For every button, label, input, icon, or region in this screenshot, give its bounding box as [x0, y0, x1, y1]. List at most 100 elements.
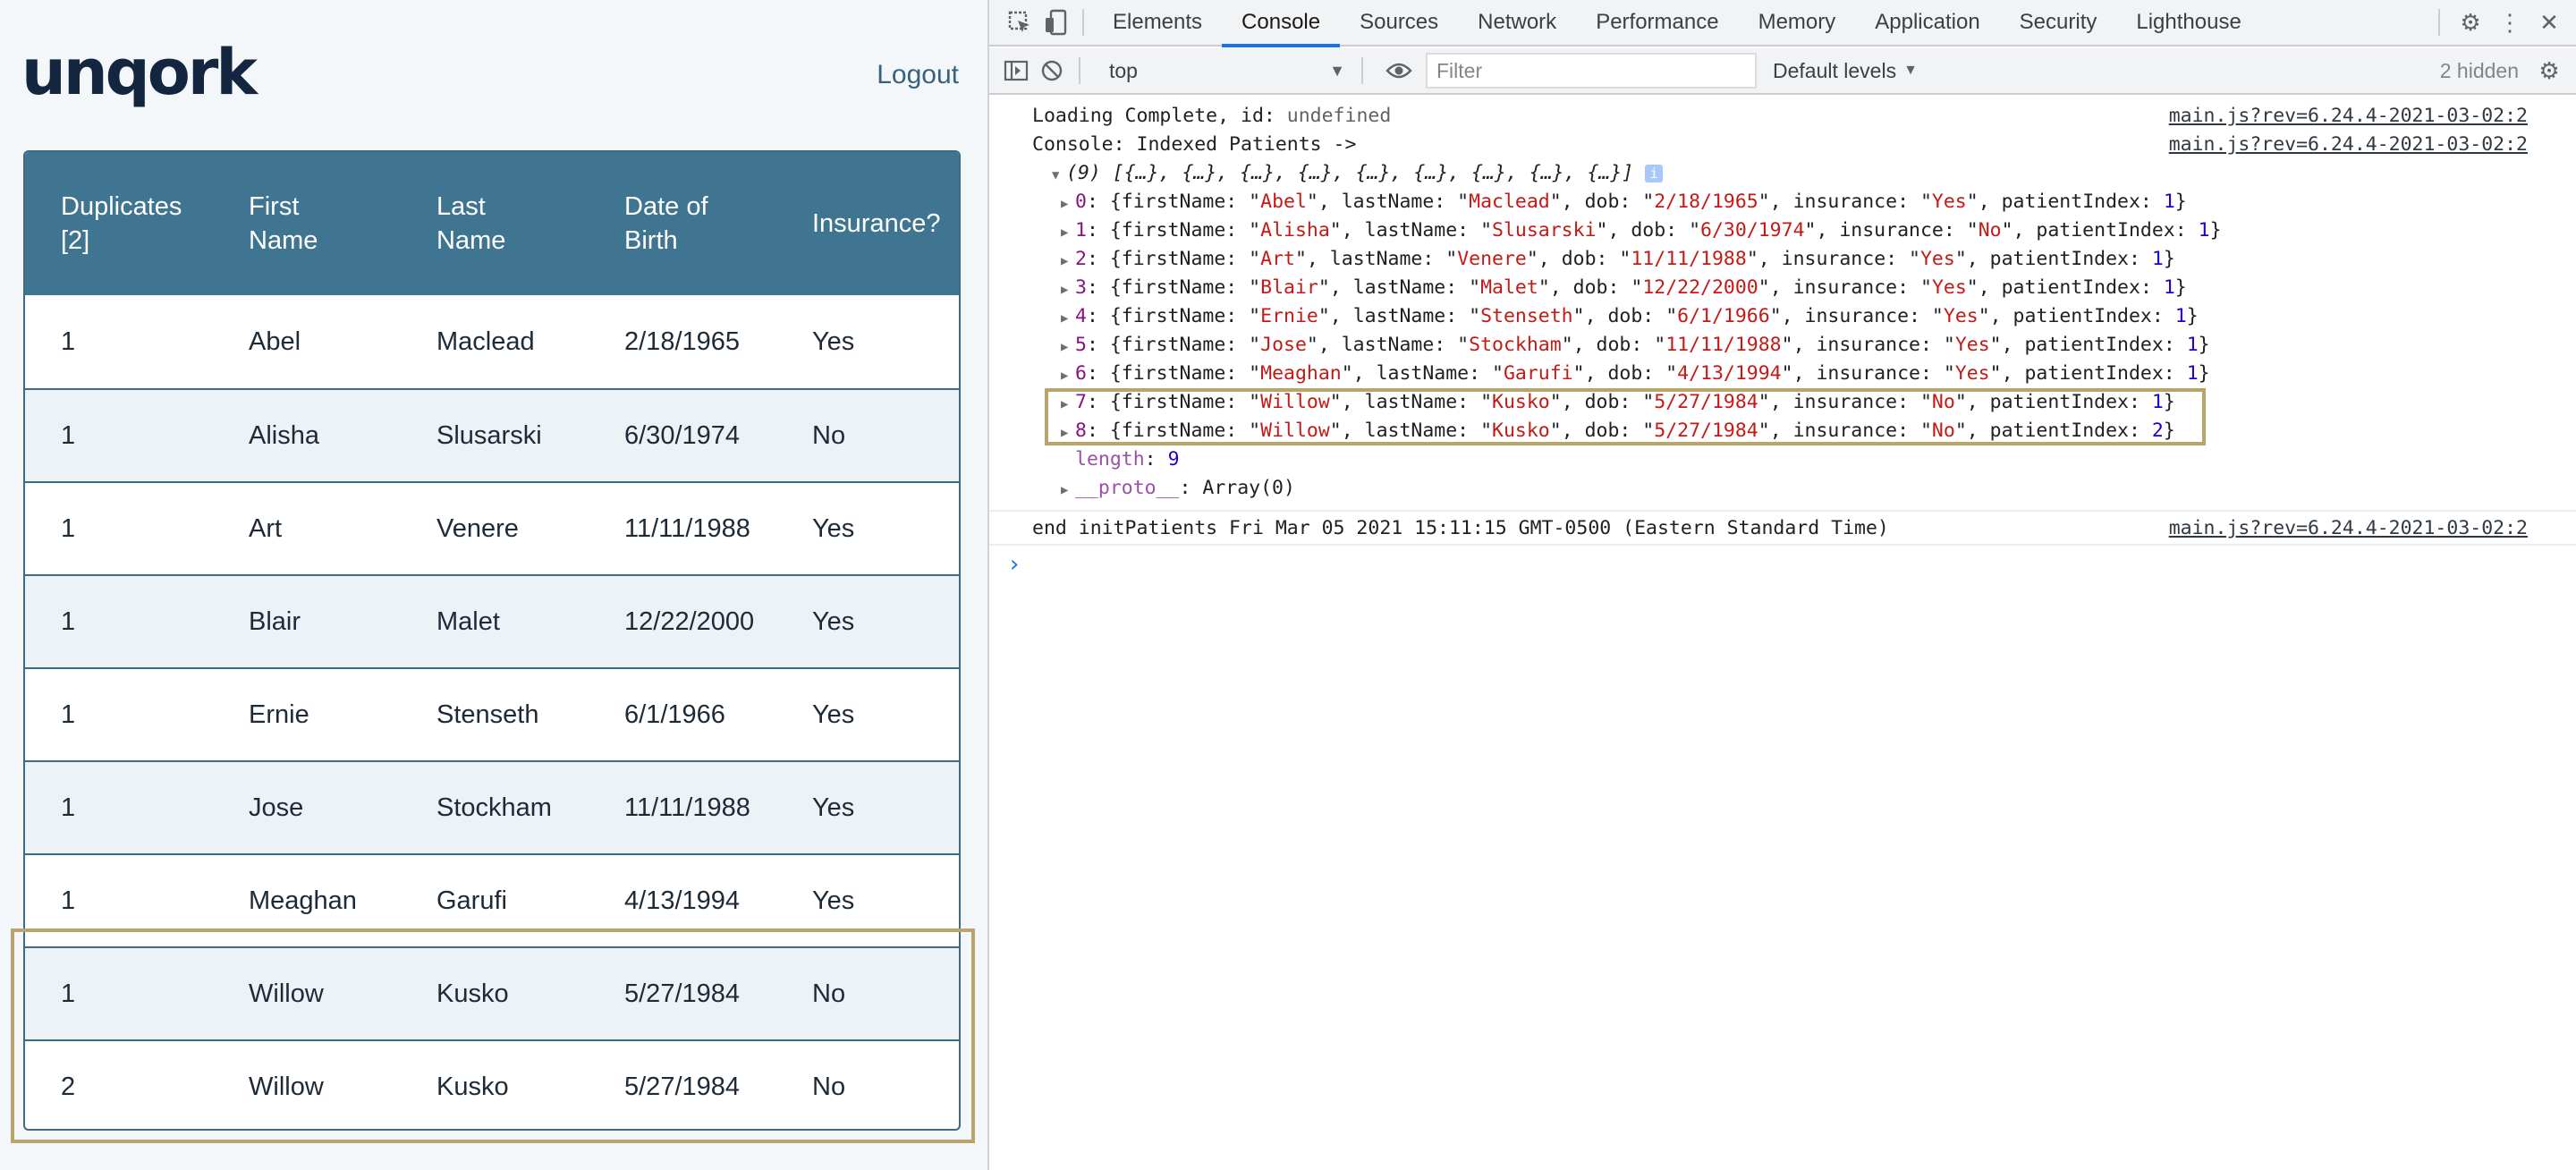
- log-levels-dropdown[interactable]: Default levels ▼: [1773, 59, 1918, 83]
- insurance-value: Yes: [1943, 305, 1979, 327]
- patient-entry[interactable]: ▶ 7: {firstName: "Willow", lastName: "Kus…: [989, 388, 2576, 417]
- patient-entry[interactable]: ▶ 1: {firstName: "Alisha", lastName: "Slu…: [989, 216, 2576, 245]
- cell-date-of-birth: 11/11/1988: [624, 513, 750, 543]
- cell-first-name: Art: [249, 513, 283, 543]
- patient-entry[interactable]: ▶ 8: {firstName: "Willow", lastName: "Kus…: [989, 417, 2576, 445]
- header-text: Date of: [624, 192, 708, 221]
- cell-last-name: Garufi: [436, 886, 507, 915]
- entry-index: 6: [1075, 362, 1087, 385]
- last-name-value: Malet: [1480, 276, 1538, 299]
- patient-entry[interactable]: ▶ 5: {firstName: "Jose", lastName: "Stock…: [989, 331, 2576, 360]
- cell-insurance: Yes: [812, 326, 855, 356]
- header-text: Name: [249, 226, 318, 255]
- close-icon[interactable]: ✕: [2531, 4, 2567, 40]
- source-link[interactable]: main.js?rev=6.24.4-2021-03-02:2: [2169, 512, 2528, 546]
- cell-date-of-birth: 11/11/1988: [624, 793, 750, 822]
- header-duplicates: Duplicates [2]: [25, 190, 213, 258]
- log-text: end initPatients Fri Mar 05 2021 15:11:1…: [1032, 517, 1889, 539]
- cell-insurance: No: [812, 1072, 846, 1101]
- cell-insurance: No: [812, 420, 846, 450]
- more-options-icon[interactable]: ⋮: [2492, 4, 2528, 40]
- insurance-value: No: [1931, 391, 1955, 413]
- filter-input[interactable]: [1426, 53, 1757, 89]
- chevron-down-icon: ▼: [1903, 63, 1918, 78]
- header-text: Insurance?: [812, 209, 941, 238]
- cell-last-name: Venere: [436, 513, 519, 543]
- patient-entry[interactable]: ▶ 6: {firstName: "Meaghan", lastName: "Ga…: [989, 360, 2576, 388]
- entry-index: 4: [1075, 305, 1087, 327]
- collapsed-triangle-icon: ▶: [1061, 340, 1069, 354]
- patient-entry[interactable]: ▶ 4: {firstName: "Ernie", lastName: "Sten…: [989, 302, 2576, 331]
- tab-security[interactable]: Security: [2000, 0, 2117, 46]
- cell-duplicates: 2: [61, 1072, 76, 1101]
- cell-duplicates: 1: [61, 513, 76, 543]
- cell-date-of-birth: 12/22/2000: [624, 606, 755, 636]
- first-name-value: Willow: [1260, 391, 1330, 413]
- insurance-value: Yes: [1931, 276, 1967, 299]
- tab-sources[interactable]: Sources: [1340, 0, 1458, 46]
- cell-last-name: Stockham: [436, 793, 552, 822]
- first-name-value: Abel: [1260, 191, 1307, 213]
- eye-icon[interactable]: [1381, 53, 1417, 89]
- dob-value: 2/18/1965: [1654, 191, 1758, 213]
- log-text: Loading Complete, id:: [1032, 105, 1287, 127]
- log-value: undefined: [1286, 105, 1392, 127]
- patients-table: Duplicates [2] First Name Last Name Date of Bir…: [23, 150, 961, 1131]
- collapsed-triangle-icon: ▶: [1061, 254, 1069, 268]
- toolbar-divider: [1361, 57, 1363, 84]
- inspect-element-icon[interactable]: [1002, 4, 1038, 40]
- patient-index-value: 1: [2186, 362, 2199, 385]
- patient-entry[interactable]: ▶ 2: {firstName: "Art", lastName: "Venere…: [989, 245, 2576, 274]
- source-link[interactable]: main.js?rev=6.24.4-2021-03-02:2: [2169, 102, 2528, 131]
- cell-duplicates: 1: [61, 420, 76, 450]
- sidebar-toggle-icon[interactable]: [998, 53, 1034, 89]
- cell-last-name: Stenseth: [436, 699, 539, 729]
- last-name-value: Stockham: [1469, 334, 1562, 356]
- console-settings-icon[interactable]: ⚙: [2531, 53, 2567, 89]
- tab-performance[interactable]: Performance: [1576, 0, 1738, 46]
- dob-value: 5/27/1984: [1654, 391, 1758, 413]
- last-name-value: Stenseth: [1480, 305, 1573, 327]
- cell-insurance: Yes: [812, 699, 855, 729]
- console-prompt[interactable]: ›: [989, 544, 2576, 581]
- table-row: 2 Willow Kusko 5/27/1984 No: [25, 1039, 959, 1129]
- console-toolbar: top ▼ Default levels ▼ 2 hidden ⚙: [989, 48, 2576, 95]
- unqork-logo: unqork: [21, 36, 258, 109]
- cell-last-name: Kusko: [436, 979, 509, 1008]
- prop-value: 9: [1167, 448, 1180, 471]
- settings-gear-icon[interactable]: ⚙: [2453, 4, 2488, 40]
- logout-link[interactable]: Logout: [877, 59, 959, 91]
- tab-network[interactable]: Network: [1458, 0, 1576, 46]
- header-last-name: Last Name: [401, 190, 589, 258]
- tab-memory[interactable]: Memory: [1739, 0, 1856, 46]
- context-selector[interactable]: top ▼: [1102, 53, 1352, 89]
- source-link[interactable]: main.js?rev=6.24.4-2021-03-02:2: [2169, 131, 2528, 159]
- device-toolbar-icon[interactable]: [1038, 4, 1073, 40]
- tab-elements[interactable]: Elements: [1093, 0, 1222, 46]
- patient-entry[interactable]: ▶ 0: {firstName: "Abel", lastName: "Macle…: [989, 188, 2576, 216]
- patient-entry[interactable]: ▶ 3: {firstName: "Blair", lastName: "Male…: [989, 274, 2576, 302]
- devtools-tab-bar: Elements Console Sources Network Performance…: [989, 0, 2576, 47]
- insurance-value: Yes: [1919, 248, 1955, 270]
- patient-index-value: 1: [2198, 219, 2210, 242]
- dob-value: 6/1/1966: [1677, 305, 1770, 327]
- table-row: 1 Art Venere 11/11/1988 Yes: [25, 481, 959, 574]
- tab-application[interactable]: Application: [1855, 0, 1999, 46]
- dob-value: 11/11/1988: [1665, 334, 1782, 356]
- proto-prop[interactable]: ▶ __proto__: Array(0): [989, 474, 2576, 503]
- log-text: Console: Indexed Patients ->: [1032, 133, 1357, 156]
- header-insurance: Insurance?: [776, 207, 959, 241]
- cell-first-name: Willow: [249, 979, 324, 1008]
- patient-index-value: 1: [2163, 191, 2175, 213]
- tab-console[interactable]: Console: [1222, 0, 1341, 47]
- collapsed-triangle-icon: ▶: [1061, 397, 1069, 411]
- clear-console-icon[interactable]: [1034, 53, 1070, 89]
- array-summary[interactable]: ▼ (9) [{…}, {…}, {…}, {…}, {…}, {…}, {…},…: [989, 159, 2576, 188]
- patient-index-value: 1: [2163, 276, 2175, 299]
- last-name-value: Slusarski: [1492, 219, 1597, 242]
- tab-lighthouse[interactable]: Lighthouse: [2116, 0, 2260, 46]
- cell-first-name: Willow: [249, 1072, 324, 1101]
- dob-value: 6/30/1974: [1700, 219, 1805, 242]
- first-name-value: Jose: [1260, 334, 1307, 356]
- cell-date-of-birth: 5/27/1984: [624, 979, 741, 1008]
